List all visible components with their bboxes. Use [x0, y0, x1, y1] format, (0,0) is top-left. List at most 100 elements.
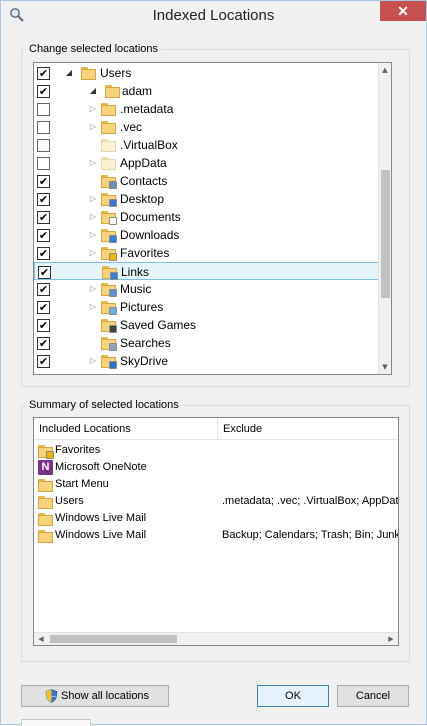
tree-item-checkbox[interactable]: [37, 157, 50, 170]
title-bar: Indexed Locations ✕: [1, 1, 426, 31]
tree-item-checkbox[interactable]: ✔: [37, 355, 50, 368]
column-exclude[interactable]: Exclude: [218, 418, 398, 440]
summary-row[interactable]: N Microsoft OneNote: [34, 460, 398, 477]
tree-item-checkbox[interactable]: ✔: [37, 211, 50, 224]
collapsed-arrow-icon[interactable]: ▷: [88, 283, 98, 295]
tree-item-checkbox[interactable]: ✔: [37, 247, 50, 260]
tree-item-contacts[interactable]: ✔ Contacts: [34, 172, 380, 190]
summary-list[interactable]: Included Locations Exclude Favorites N Mic…: [33, 417, 399, 646]
tree-vertical-scrollbar[interactable]: ▲ ▼: [378, 63, 391, 374]
collapsed-arrow-icon[interactable]: ▷: [88, 103, 98, 115]
tree-item-checkbox[interactable]: ✔: [37, 319, 50, 332]
folder-icon: [105, 84, 120, 98]
collapsed-arrow-icon[interactable]: ▷: [88, 157, 98, 169]
tree-item-links[interactable]: ✔ Links: [34, 262, 380, 280]
saved-games-folder-icon: [101, 318, 117, 333]
tree-item-checkbox[interactable]: ✔: [37, 193, 50, 206]
tree-item-desktop[interactable]: ✔ ▷ Desktop: [34, 190, 380, 208]
tree-item-music[interactable]: ✔ ▷ Music: [34, 280, 380, 298]
tree-item-label: .metadata: [120, 102, 174, 116]
collapsed-arrow-icon[interactable]: ▷: [88, 229, 98, 241]
show-all-locations-button[interactable]: Show all locations: [21, 685, 169, 707]
location-tree[interactable]: ✔ ◢ Users ✔ ◢ adam ▷ .metadata ▷ .vec .VirtualBox ▷…: [33, 62, 392, 375]
expanded-arrow-icon[interactable]: ◢: [88, 85, 98, 97]
tree-item-checkbox[interactable]: ✔: [37, 301, 50, 314]
change-locations-legend: Change selected locations: [29, 43, 159, 55]
tree-item-label: Users: [100, 66, 132, 80]
exclude-text: .metadata; .vec; .VirtualBox; AppData: [222, 495, 399, 507]
tree-item-checkbox[interactable]: ✔: [37, 175, 50, 188]
collapsed-arrow-icon[interactable]: ▷: [88, 121, 98, 133]
tree-item-checkbox[interactable]: ✔: [38, 266, 51, 279]
folder-icon: [38, 478, 53, 492]
pictures-folder-icon: [101, 300, 117, 315]
tree-item-checkbox[interactable]: ✔: [37, 337, 50, 350]
folder-faint-icon: [101, 138, 116, 152]
window-title: Indexed Locations: [152, 7, 275, 24]
tree-item-vec[interactable]: ▷ .vec: [34, 118, 380, 136]
column-included-locations[interactable]: Included Locations: [34, 418, 217, 440]
tree-item-checkbox[interactable]: ✔: [37, 283, 50, 296]
expanded-arrow-icon[interactable]: ◢: [64, 67, 74, 79]
indexed-locations-dialog: Indexed Locations ✕ Change selected loca…: [0, 0, 427, 726]
desktop-folder-icon: [101, 192, 117, 207]
summary-horizontal-scrollbar[interactable]: ◀ ▶: [34, 632, 398, 645]
tree-scroll-thumb[interactable]: [381, 170, 390, 298]
folder-icon: [101, 120, 116, 134]
included-location-text: Microsoft OneNote: [55, 461, 147, 473]
tree-item-pictures[interactable]: ✔ ▷ Pictures: [34, 298, 380, 316]
collapsed-arrow-icon[interactable]: ▷: [88, 193, 98, 205]
music-folder-icon: [101, 282, 117, 297]
uac-shield-icon: [45, 689, 58, 703]
links-folder-icon: [102, 265, 118, 280]
tree-item-checkbox[interactable]: ✔: [37, 229, 50, 242]
folder-icon: [101, 102, 116, 116]
summary-row[interactable]: Windows Live Mail Backup; Calendars; Tras…: [34, 528, 398, 545]
tree-item-appdata[interactable]: ▷ AppData: [34, 154, 380, 172]
scroll-up-button[interactable]: ▲: [379, 63, 391, 77]
scroll-right-button[interactable]: ▶: [384, 633, 398, 645]
tree-item-saved-games[interactable]: ✔ Saved Games: [34, 316, 380, 334]
tree-item-checkbox[interactable]: ✔: [37, 85, 50, 98]
scroll-left-button[interactable]: ◀: [34, 633, 48, 645]
tree-item-label: .vec: [120, 120, 143, 134]
show-all-locations-label: Show all locations: [61, 690, 150, 702]
tree-item-documents[interactable]: ✔ ▷ Documents: [34, 208, 380, 226]
collapsed-arrow-icon[interactable]: ▷: [88, 211, 98, 223]
tree-item-label: Searches: [120, 336, 171, 350]
tree-item-metadata[interactable]: ▷ .metadata: [34, 100, 380, 118]
folder-icon: [81, 66, 96, 80]
tree-item-label: AppData: [120, 156, 167, 170]
tree-item-checkbox[interactable]: [37, 139, 50, 152]
tree-item-users[interactable]: ✔ ◢ Users: [34, 64, 380, 82]
collapsed-arrow-icon[interactable]: ▷: [88, 355, 98, 367]
searches-folder-icon: [101, 336, 117, 351]
summary-row[interactable]: Users .metadata; .vec; .VirtualBox; AppDa…: [34, 494, 398, 511]
tree-item-virtualbox[interactable]: .VirtualBox: [34, 136, 380, 154]
tree-item-checkbox[interactable]: [37, 103, 50, 116]
summary-row[interactable]: Windows Live Mail: [34, 511, 398, 528]
summary-row[interactable]: Favorites: [34, 443, 398, 460]
cancel-button[interactable]: Cancel: [337, 685, 409, 707]
close-icon: ✕: [397, 3, 409, 19]
tree-item-skydrive[interactable]: ✔ ▷ SkyDrive: [34, 352, 380, 370]
collapsed-arrow-icon[interactable]: ▷: [88, 301, 98, 313]
tree-item-adam[interactable]: ✔ ◢ adam: [34, 82, 380, 100]
tree-item-searches[interactable]: ✔ Searches: [34, 334, 380, 352]
summary-scroll-thumb[interactable]: [50, 635, 177, 643]
folder-icon: [38, 529, 53, 543]
downloads-folder-icon: [101, 228, 117, 243]
summary-legend: Summary of selected locations: [29, 399, 179, 411]
collapsed-arrow-icon[interactable]: ▷: [88, 247, 98, 259]
tree-item-label: Pictures: [120, 300, 164, 314]
tree-item-favorites[interactable]: ✔ ▷ Favorites: [34, 244, 380, 262]
favorites-folder-icon: [101, 246, 117, 261]
summary-row[interactable]: Start Menu: [34, 477, 398, 494]
tree-item-checkbox[interactable]: [37, 121, 50, 134]
close-button[interactable]: ✕: [380, 1, 426, 21]
scroll-down-button[interactable]: ▼: [379, 360, 391, 374]
favorites-folder-icon: [38, 444, 54, 459]
ok-button[interactable]: OK: [257, 685, 329, 707]
tree-item-checkbox[interactable]: ✔: [37, 67, 50, 80]
tree-item-downloads[interactable]: ✔ ▷ Downloads: [34, 226, 380, 244]
